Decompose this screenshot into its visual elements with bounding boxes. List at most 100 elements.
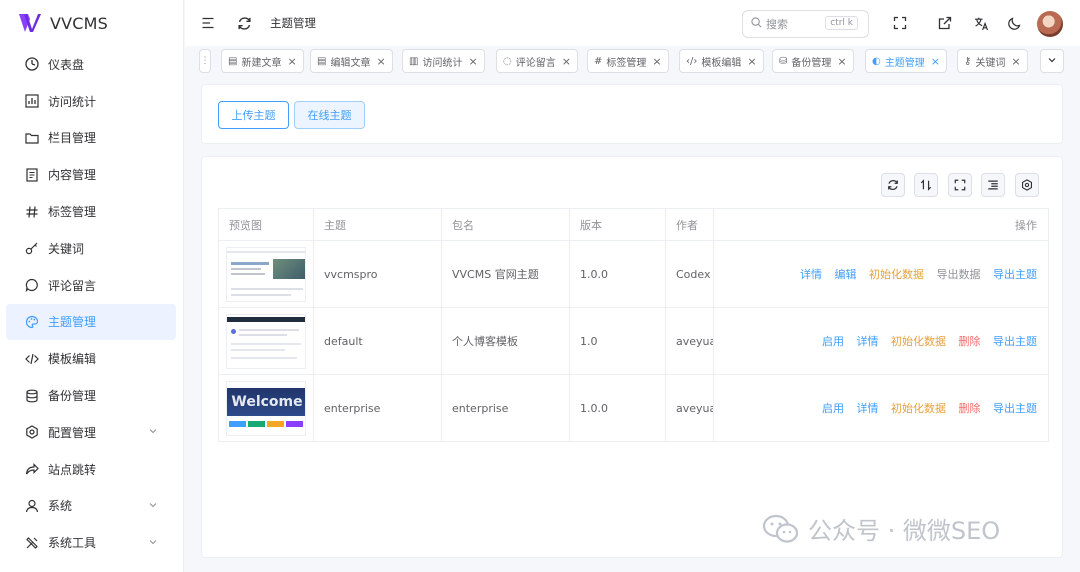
export-data-link[interactable]: 导出数据 [937, 268, 981, 281]
menu-toggle-icon[interactable] [197, 12, 219, 34]
sidebar-item-label: 主题管理 [48, 315, 97, 330]
search-placeholder: 搜索 [766, 18, 788, 31]
theme-preview-image[interactable] [226, 246, 306, 302]
app-name: VVCMS [50, 13, 109, 33]
sidebar-item-system[interactable]: 系统 [6, 488, 176, 525]
database-icon: ⛁ [779, 55, 788, 67]
sidebar-item-redirect[interactable]: 站点跳转 [6, 451, 176, 488]
close-icon[interactable]: × [287, 55, 296, 68]
details-link[interactable]: 详情 [800, 268, 822, 281]
search-input[interactable]: 搜索 ctrl k [742, 10, 869, 38]
logo[interactable]: VVCMS [0, 0, 183, 46]
sidebar-item-label: 关键词 [48, 241, 85, 256]
hashtag-icon: # [594, 55, 603, 67]
sidebar-item-label: 栏目管理 [48, 131, 97, 146]
chevron-down-icon [1047, 55, 1057, 68]
close-icon[interactable]: × [747, 55, 756, 68]
bar-chart-icon: ▥ [409, 55, 419, 67]
online-theme-button[interactable]: 在线主题 [294, 101, 365, 129]
close-icon[interactable]: × [931, 55, 940, 68]
refresh-icon[interactable] [233, 12, 255, 34]
close-icon[interactable]: × [468, 55, 477, 68]
theme-preview-image[interactable]: Welcome [226, 380, 306, 436]
package-name: enterprise [441, 374, 570, 442]
sort-icon[interactable] [914, 173, 938, 197]
search-shortcut-badge: ctrl k [825, 16, 858, 30]
tabs-bar: ⋮ ▤ 新建文章 × ▤ 编辑文章 × ▥ 访问统计 × ◌ 评论留言 × # 标签管理 × ‹/›… [185, 46, 1080, 76]
column-settings-icon[interactable] [981, 173, 1005, 197]
comment-icon: ◌ [503, 55, 512, 67]
sidebar-item-backup[interactable]: 备份管理 [6, 377, 176, 414]
theme-preview-image[interactable] [226, 313, 306, 369]
edit-link[interactable]: 编辑 [835, 268, 857, 281]
sidebar-item-label: 访问统计 [48, 94, 97, 109]
enable-link[interactable]: 启用 [822, 402, 844, 415]
export-theme-link[interactable]: 导出主题 [993, 335, 1037, 348]
theme-table: 预览图 主题 包名 版本 作者 操作 vvcmspro VVCMS 官网主题 1… [218, 208, 1049, 442]
column-header: 版本 [569, 208, 666, 241]
sidebar-item-label: 配置管理 [48, 425, 97, 440]
theme-name: enterprise [313, 374, 442, 442]
upload-theme-button[interactable]: 上传主题 [218, 101, 289, 129]
hashtag-icon [24, 204, 40, 220]
breadcrumb[interactable]: 主题管理 [270, 15, 316, 31]
tabs-dropdown-button[interactable] [1040, 49, 1064, 73]
refresh-icon[interactable] [881, 173, 905, 197]
tools-icon [24, 535, 40, 551]
tab-label: 访问统计 [422, 57, 463, 69]
details-link[interactable]: 详情 [857, 402, 879, 415]
tab-themes[interactable]: ◐ 主题管理 × [865, 49, 947, 73]
tab-tags[interactable]: # 标签管理 × [587, 49, 669, 73]
sidebar-item-comments[interactable]: 评论留言 [6, 267, 176, 304]
translate-icon[interactable] [970, 12, 992, 34]
close-icon[interactable]: × [1011, 55, 1020, 68]
close-icon[interactable]: × [837, 55, 846, 68]
sidebar-item-template-editor[interactable]: 模板编辑 [6, 340, 176, 377]
enable-link[interactable]: 启用 [822, 335, 844, 348]
sidebar-item-keywords[interactable]: 关键词 [6, 230, 176, 267]
sidebar-item-analytics[interactable]: 访问统计 [6, 83, 176, 120]
tab-analytics[interactable]: ▥ 访问统计 × [402, 49, 485, 73]
search-icon [751, 17, 762, 31]
sidebar-item-content[interactable]: 内容管理 [6, 156, 176, 193]
sidebar-menu: 仪表盘 访问统计 栏目管理 内容管理 标签管理 关键词 评论留言 主题管理 模板… [0, 46, 183, 561]
close-icon[interactable]: × [652, 55, 661, 68]
details-link[interactable]: 详情 [857, 335, 879, 348]
sidebar-item-columns[interactable]: 栏目管理 [6, 120, 176, 157]
init-data-link[interactable]: 初始化数据 [891, 335, 946, 348]
package-name: VVCMS 官网主题 [441, 240, 570, 308]
sidebar-item-system-tools[interactable]: 系统工具 [6, 524, 176, 561]
column-header: 操作 [713, 208, 1049, 241]
tab-backup[interactable]: ⛁ 备份管理 × [772, 49, 854, 73]
tab-keywords[interactable]: ⚷ 关键词 × [957, 49, 1028, 73]
tabs-scroll-left[interactable]: ⋮ [199, 49, 211, 73]
tab-comments[interactable]: ◌ 评论留言 × [496, 49, 578, 73]
init-data-link[interactable]: 初始化数据 [891, 402, 946, 415]
export-theme-link[interactable]: 导出主题 [993, 268, 1037, 281]
fullscreen-icon[interactable] [889, 12, 911, 34]
sidebar-item-themes[interactable]: 主题管理 [6, 303, 176, 341]
folder-icon [24, 130, 40, 146]
sidebar-item-config[interactable]: 配置管理 [6, 414, 176, 451]
export-theme-link[interactable]: 导出主题 [993, 402, 1037, 415]
sidebar-item-tags[interactable]: 标签管理 [6, 193, 176, 230]
init-data-link[interactable]: 初始化数据 [869, 268, 924, 281]
author: aveyuan [665, 374, 714, 442]
avatar[interactable] [1037, 11, 1063, 37]
table-row: default 个人博客模板 1.0 aveyuan 启用 详情 初始化数据 删… [218, 307, 1049, 375]
key-icon [24, 240, 40, 256]
delete-link[interactable]: 删除 [959, 402, 981, 415]
dark-mode-icon[interactable] [1004, 12, 1026, 34]
sidebar-item-dashboard[interactable]: 仪表盘 [6, 46, 176, 83]
theme-name: vvcmspro [313, 240, 442, 308]
delete-link[interactable]: 删除 [959, 335, 981, 348]
tab-edit-article[interactable]: ▤ 编辑文章 × [310, 49, 393, 73]
fullscreen-icon[interactable] [948, 173, 972, 197]
row-actions: 启用 详情 初始化数据 删除 导出主题 [713, 374, 1049, 442]
external-link-icon[interactable] [934, 12, 956, 34]
close-icon[interactable]: × [376, 55, 385, 68]
tab-template-editor[interactable]: ‹/› 模板编辑 × [679, 49, 764, 73]
close-icon[interactable]: × [562, 55, 571, 68]
settings-icon[interactable] [1015, 173, 1039, 197]
tab-new-article[interactable]: ▤ 新建文章 × [221, 49, 304, 73]
